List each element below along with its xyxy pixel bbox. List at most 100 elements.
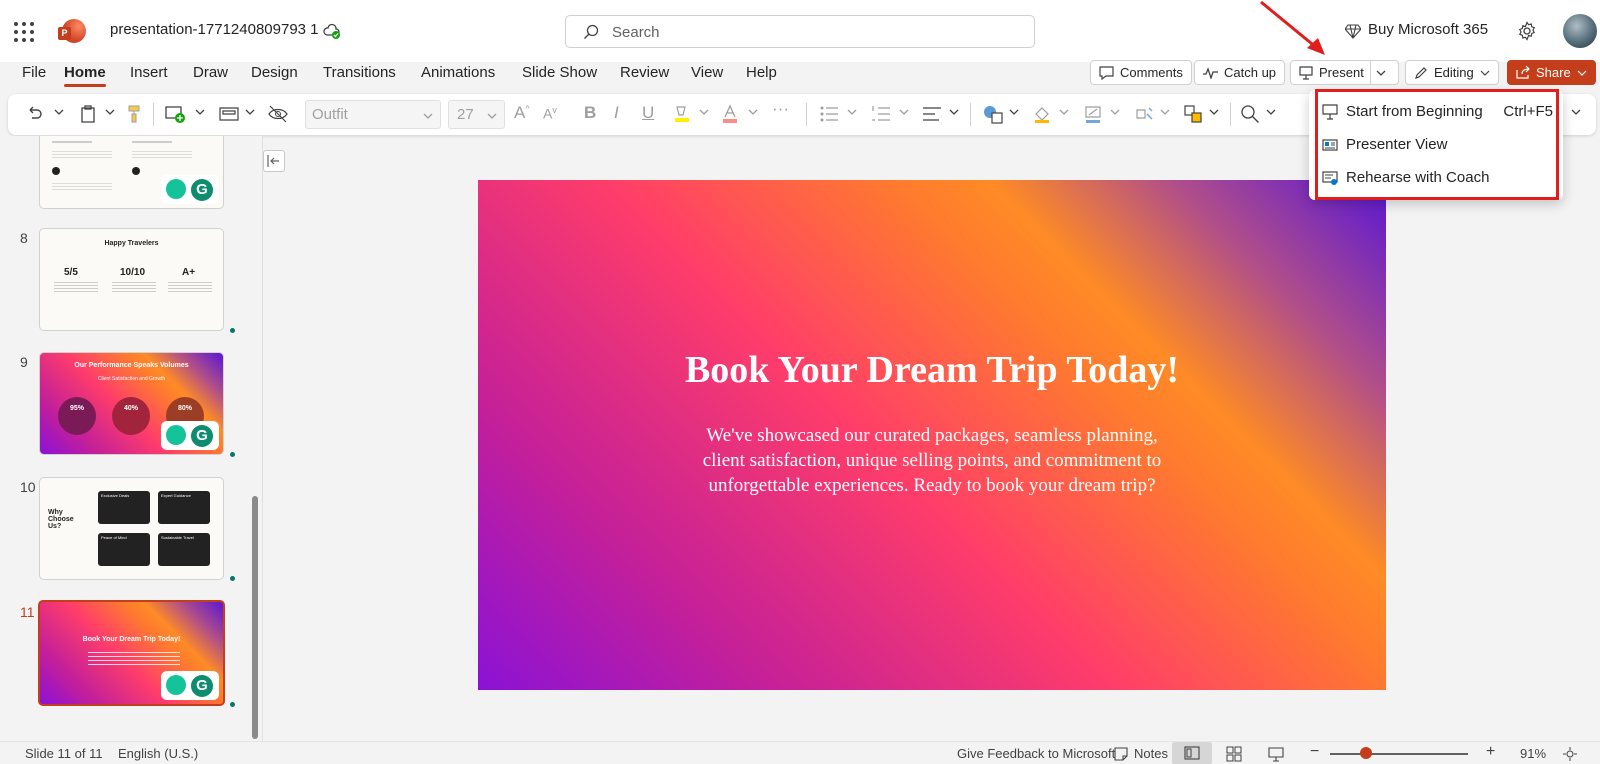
tab-review[interactable]: Review [620,64,669,81]
slide-title[interactable]: Book Your Dream Trip Today! [478,348,1386,392]
tab-transitions[interactable]: Transitions [323,64,396,81]
tab-home[interactable]: Home [64,64,106,87]
chevron-down-icon[interactable] [948,106,960,118]
annotation-arrow-icon [1260,0,1325,55]
slide-canvas[interactable]: Book Your Dream Trip Today! We've showca… [478,180,1386,690]
catch-up-label: Catch up [1224,65,1277,80]
shape-effects-icon[interactable] [1133,104,1155,124]
slide-thumbnail[interactable]: Why Choose Us? Exclusive Deals Expert Gu… [39,477,224,580]
shape-fill-icon[interactable] [1032,104,1052,124]
menu-item-presenter-view[interactable]: Presenter View [1309,129,1563,161]
present-dropdown-chevron-icon[interactable] [1375,67,1387,79]
slide-body-text[interactable]: We've showcased our curated packages, se… [688,423,1176,498]
tab-insert[interactable]: Insert [130,64,168,81]
menu-item-rehearse-with-coach[interactable]: Rehearse with Coach [1309,162,1563,194]
tab-draw[interactable]: Draw [193,64,228,81]
pulse-icon [1203,66,1218,79]
zoom-out-button[interactable]: − [1310,743,1319,761]
settings-gear-icon[interactable] [1517,21,1537,41]
zoom-slider-thumb[interactable] [1359,747,1372,759]
menu-item-start-from-beginning[interactable]: Start from Beginning Ctrl+F5 [1309,96,1563,128]
undo-icon[interactable] [25,104,43,124]
arrange-icon[interactable] [1183,104,1203,124]
slide-thumbnail[interactable]: Happy Travelers 5/5 10/10 A+ [39,228,224,331]
chevron-down-icon[interactable] [698,106,710,118]
font-name-select[interactable]: Outfit [305,100,441,129]
more-font-options-icon[interactable]: ··· [772,99,789,119]
tab-view[interactable]: View [691,64,723,81]
search-input[interactable]: Search [565,15,1035,48]
present-split-divider [1370,61,1371,84]
tab-slide-show[interactable]: Slide Show [522,64,597,81]
notes-icon[interactable] [1114,747,1128,761]
clipboard-icon[interactable] [80,104,96,124]
chevron-down-icon[interactable] [898,106,910,118]
cloud-saved-icon[interactable] [323,22,341,40]
font-size-select[interactable]: 27 [448,100,505,129]
thumbnail-stat: A+ [182,267,196,278]
slide-thumbnail[interactable]: G [39,136,224,209]
format-painter-icon[interactable] [126,104,142,124]
chevron-down-icon[interactable] [244,106,256,118]
zoom-in-button[interactable]: + [1486,743,1495,761]
italic-icon[interactable]: I [614,103,619,123]
chevron-down-icon [487,113,497,119]
chevron-down-icon[interactable] [104,106,116,118]
bold-icon[interactable]: B [584,103,596,123]
rehearse-icon [1322,171,1338,185]
font-color-icon[interactable] [720,104,740,124]
tab-file[interactable]: File [22,64,46,81]
increase-font-size-icon[interactable]: A^ [514,103,530,123]
chevron-down-icon[interactable] [1008,106,1020,118]
shape-outline-icon[interactable] [1083,104,1103,124]
layout-icon[interactable] [219,104,239,124]
thumbnail-title: Why Choose Us? [48,509,74,530]
chevron-down-icon[interactable] [1265,106,1277,118]
chevron-down-icon[interactable] [846,106,858,118]
collapse-thumbnails-button[interactable] [263,150,285,172]
normal-view-button[interactable] [1172,742,1212,764]
comments-button[interactable]: Comments [1090,60,1192,85]
chevron-down-icon[interactable] [747,106,759,118]
document-title[interactable]: presentation-1771240809793 1 [110,21,319,38]
shapes-icon[interactable] [983,104,1003,124]
chevron-down-icon[interactable] [1058,106,1070,118]
find-icon[interactable] [1240,104,1260,124]
chevron-down-icon[interactable] [1208,106,1220,118]
chevron-down-icon[interactable] [53,106,65,118]
language-indicator[interactable]: English (U.S.) [118,746,198,761]
user-avatar[interactable] [1563,14,1597,48]
zoom-level[interactable]: 91% [1520,746,1546,761]
ribbon-expand-chevron-icon[interactable] [1570,106,1582,118]
slide-thumbnail-selected[interactable]: Book Your Dream Trip Today! G [38,600,225,706]
slide-sorter-icon[interactable] [1226,746,1242,762]
chevron-down-icon[interactable] [1159,106,1171,118]
tab-design[interactable]: Design [251,64,298,81]
tab-animations[interactable]: Animations [421,64,495,81]
share-button[interactable]: Share [1507,60,1596,85]
editing-mode-button[interactable]: Editing [1405,60,1499,85]
zoom-slider-track[interactable] [1330,753,1468,755]
tab-help[interactable]: Help [746,64,777,81]
bullets-icon[interactable] [819,104,839,124]
thumbnails-scrollbar[interactable] [252,496,258,739]
underline-icon[interactable]: U [642,103,654,123]
app-launcher-icon[interactable] [14,22,34,42]
slide-show-view-icon[interactable] [1268,746,1284,762]
highlight-icon[interactable] [672,104,692,124]
numbering-icon[interactable] [871,104,891,124]
slide-thumbnail[interactable]: Our Performance Speaks Volumes Client Sa… [39,352,224,455]
chevron-down-icon[interactable] [194,106,206,118]
thumbnail-stat: 40% [123,405,138,412]
chevron-down-icon[interactable] [1109,106,1121,118]
fit-to-window-icon[interactable] [1562,746,1578,762]
new-slide-icon[interactable] [165,104,187,124]
notes-button[interactable]: Notes [1134,746,1168,761]
catch-up-button[interactable]: Catch up [1194,60,1286,85]
hide-slide-icon[interactable] [268,104,288,124]
give-feedback-link[interactable]: Give Feedback to Microsoft [957,746,1115,761]
toolbar-divider [970,103,971,126]
align-icon[interactable] [922,104,942,124]
buy-microsoft-365-link[interactable]: Buy Microsoft 365 [1368,21,1488,38]
decrease-font-size-icon[interactable]: Av [543,105,557,122]
